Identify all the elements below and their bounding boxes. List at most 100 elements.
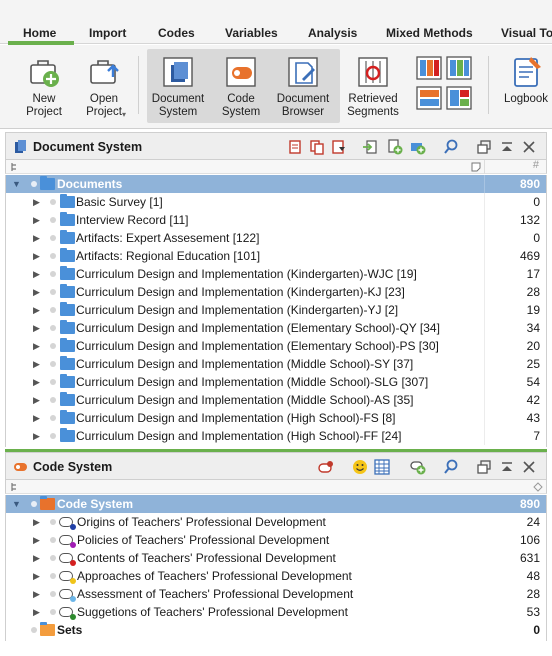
expand-triangle-icon[interactable]: ▶ xyxy=(33,585,40,603)
document-row-label: Curriculum Design and Implementation (Ki… xyxy=(76,303,399,317)
document-row[interactable]: ▶ Curriculum Design and Implementation (M… xyxy=(6,373,546,391)
document-row-label: Curriculum Design and Implementation (Hi… xyxy=(76,429,402,443)
expand-triangle-icon[interactable]: ▶ xyxy=(33,283,40,301)
document-filter-icon[interactable] xyxy=(331,139,347,155)
expand-triangle-icon[interactable]: ▶ xyxy=(33,391,40,409)
code-system-icon xyxy=(224,55,258,89)
expand-triangle-icon[interactable]: ▶ xyxy=(33,337,40,355)
expand-triangle-icon[interactable]: ▶ xyxy=(33,409,40,427)
layout-icon-4 xyxy=(446,86,472,110)
memo-column-icon[interactable] xyxy=(471,162,481,172)
tree-view-icon[interactable] xyxy=(11,162,21,172)
code-row[interactable]: ▶ Approaches of Teachers' Professional De… xyxy=(6,567,546,585)
new-code-icon[interactable] xyxy=(410,459,426,475)
code-row[interactable]: ▶ Policies of Teachers' Professional Deve… xyxy=(6,531,546,549)
open-project-button[interactable]: Open Project xyxy=(80,49,128,119)
code-row[interactable]: ▶ Origins of Teachers' Professional Devel… xyxy=(6,513,546,531)
search-icon[interactable] xyxy=(443,139,459,155)
expand-triangle-icon[interactable]: ▶ xyxy=(33,301,40,319)
documents-root-row[interactable]: ▼ Documents 890 xyxy=(6,175,546,193)
expand-triangle-icon[interactable]: ▶ xyxy=(33,211,40,229)
code-system-root-row[interactable]: ▼ Code System 890 xyxy=(6,495,546,513)
expand-triangle-icon[interactable]: ▼ xyxy=(12,495,21,513)
sets-label: Sets xyxy=(57,623,83,637)
undock-window-icon[interactable] xyxy=(476,459,492,475)
tab-home[interactable]: Home xyxy=(23,26,56,40)
code-row-count: 53 xyxy=(526,605,540,619)
tab-visual-tools[interactable]: Visual To xyxy=(501,26,552,40)
new-project-button[interactable]: New Project xyxy=(22,49,66,119)
document-row[interactable]: ▶ Curriculum Design and Implementation (E… xyxy=(6,319,546,337)
document-group-folder-icon xyxy=(60,392,75,406)
collapse-panel-icon[interactable] xyxy=(499,459,515,475)
retrieved-segments-icon xyxy=(356,55,390,89)
code-count-column-icon[interactable] xyxy=(533,482,543,492)
tab-analysis[interactable]: Analysis xyxy=(308,26,357,40)
expand-triangle-icon[interactable]: ▶ xyxy=(33,373,40,391)
expand-triangle-icon[interactable]: ▶ xyxy=(33,531,40,549)
expand-triangle-icon[interactable]: ▶ xyxy=(33,567,40,585)
document-row[interactable]: ▶ Curriculum Design and Implementation (M… xyxy=(6,355,546,373)
tab-mixed-methods[interactable]: Mixed Methods xyxy=(386,26,473,40)
code-matrix-icon[interactable] xyxy=(374,459,390,475)
document-system-button[interactable]: Document System xyxy=(149,49,207,119)
expand-triangle-icon[interactable]: ▶ xyxy=(33,549,40,567)
expand-triangle-icon[interactable]: ▶ xyxy=(33,513,40,531)
expand-triangle-icon[interactable]: ▶ xyxy=(33,265,40,283)
code-filter-icon[interactable] xyxy=(318,459,334,475)
document-row[interactable]: ▶ Curriculum Design and Implementation (H… xyxy=(6,409,546,427)
document-compare-icon[interactable] xyxy=(309,139,325,155)
tab-import[interactable]: Import xyxy=(89,26,126,40)
expand-triangle-icon[interactable]: ▶ xyxy=(33,229,40,247)
search-icon[interactable] xyxy=(443,459,459,475)
document-list-icon[interactable] xyxy=(287,139,303,155)
document-row[interactable]: ▶ Curriculum Design and Implementation (E… xyxy=(6,337,546,355)
tab-codes[interactable]: Codes xyxy=(158,26,195,40)
new-document-group-icon[interactable] xyxy=(410,139,426,155)
logbook-button[interactable]: Logbook xyxy=(500,49,552,106)
tree-view-icon[interactable] xyxy=(11,482,21,492)
document-row[interactable]: ▶ Curriculum Design and Implementation (M… xyxy=(6,391,546,409)
expand-triangle-icon[interactable]: ▼ xyxy=(12,175,21,193)
document-row[interactable]: ▶ Artifacts: Regional Education [101] 469 xyxy=(6,247,546,265)
document-row[interactable]: ▶ Curriculum Design and Implementation (K… xyxy=(6,301,546,319)
document-browser-button[interactable]: Document Browser xyxy=(274,49,332,119)
document-row[interactable]: ▶ Curriculum Design and Implementation (K… xyxy=(6,265,546,283)
close-icon[interactable] xyxy=(521,459,537,475)
document-row[interactable]: ▶ Basic Survey [1] 0 xyxy=(6,193,546,211)
close-icon[interactable] xyxy=(521,139,537,155)
code-row[interactable]: ▶ Suggetions of Teachers' Professional De… xyxy=(6,603,546,621)
document-row[interactable]: ▶ Curriculum Design and Implementation (H… xyxy=(6,427,546,445)
document-row[interactable]: ▶ Artifacts: Expert Assesement [122] 0 xyxy=(6,229,546,247)
expand-triangle-icon[interactable]: ▶ xyxy=(33,193,40,211)
open-project-dropdown-icon[interactable]: ▾ xyxy=(122,110,126,119)
sets-folder-icon xyxy=(40,622,55,636)
expand-triangle-icon[interactable]: ▶ xyxy=(33,427,40,445)
document-row-count: 54 xyxy=(526,375,540,389)
expand-triangle-icon[interactable]: ▶ xyxy=(33,319,40,337)
expand-triangle-icon[interactable]: ▶ xyxy=(33,603,40,621)
document-group-folder-icon xyxy=(60,248,75,262)
tab-variables[interactable]: Variables xyxy=(225,26,278,40)
document-row-count: 25 xyxy=(526,357,540,371)
document-row[interactable]: ▶ Curriculum Design and Implementation (K… xyxy=(6,283,546,301)
expand-triangle-icon[interactable]: ▶ xyxy=(33,355,40,373)
document-row[interactable]: ▶ Interview Record [11] 132 xyxy=(6,211,546,229)
undock-window-icon[interactable] xyxy=(476,139,492,155)
code-system-root-count: 890 xyxy=(519,497,540,511)
code-row[interactable]: ▶ Assessment of Teachers' Professional De… xyxy=(6,585,546,603)
sets-row[interactable]: Sets 0 xyxy=(6,621,546,639)
collapse-panel-icon[interactable] xyxy=(499,139,515,155)
document-system-title: Document System xyxy=(33,140,143,154)
code-system-button[interactable]: Code System xyxy=(217,49,265,119)
code-row[interactable]: ▶ Contents of Teachers' Professional Deve… xyxy=(6,549,546,567)
expand-triangle-icon[interactable]: ▶ xyxy=(33,247,40,265)
emoticode-icon[interactable] xyxy=(352,459,368,475)
document-group-folder-icon xyxy=(60,356,75,370)
import-document-icon[interactable] xyxy=(362,139,378,155)
retrieved-segments-button[interactable]: Retrieved Segments xyxy=(344,49,402,119)
status-dot xyxy=(50,199,56,205)
document-row-label: Curriculum Design and Implementation (Ki… xyxy=(76,285,405,299)
new-document-icon[interactable] xyxy=(387,139,403,155)
code-row-label: Policies of Teachers' Professional Devel… xyxy=(77,533,330,547)
